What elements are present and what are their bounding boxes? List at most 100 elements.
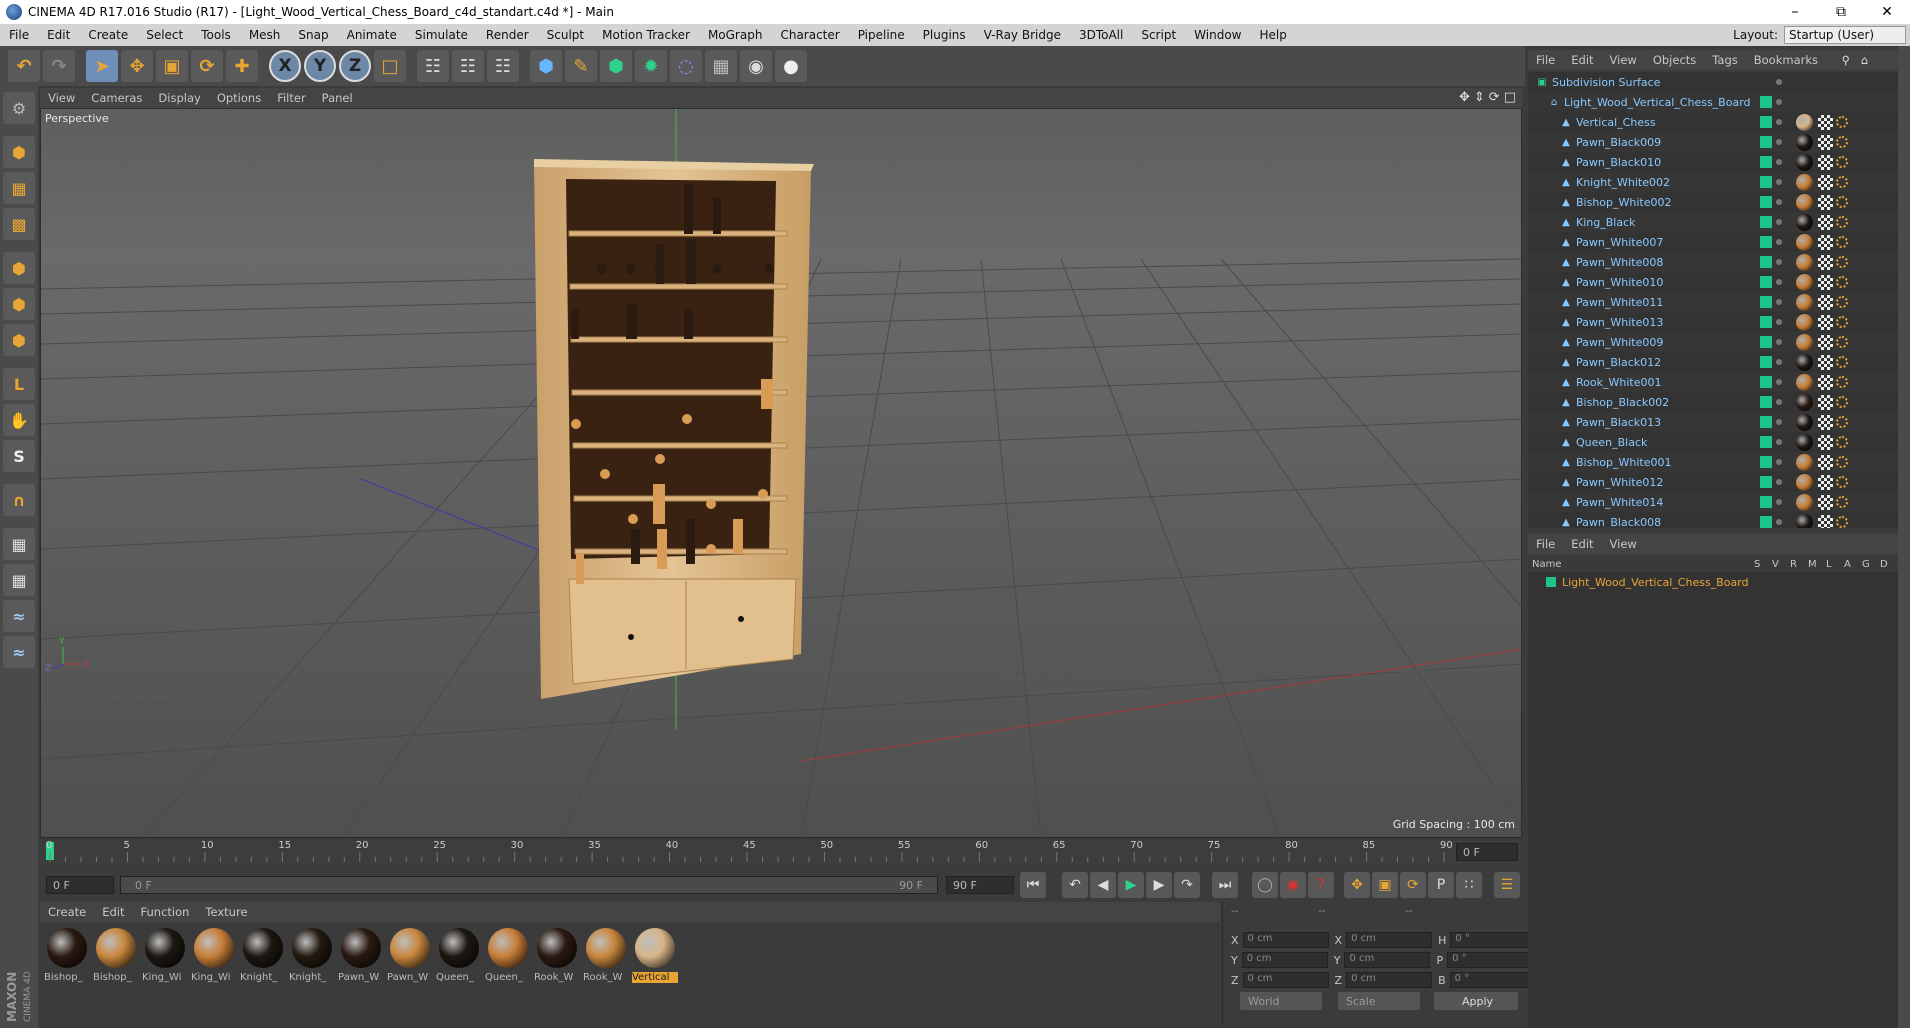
object-row[interactable]: ▲ Pawn_White014	[1528, 492, 1898, 512]
texture-tag-icon[interactable]	[1818, 234, 1833, 250]
camera-icon[interactable]: ◉	[740, 50, 772, 82]
render-picture-viewer-icon[interactable]: ☷	[452, 50, 484, 82]
menu-3dtoall[interactable]: 3DToAll	[1070, 28, 1132, 42]
visibility-dot-icon[interactable]	[1776, 119, 1782, 125]
end-frame-field[interactable]: 90 F	[946, 876, 1014, 894]
rotation-p-field[interactable]: 0 °	[1447, 952, 1534, 968]
material-tag-icon[interactable]	[1796, 213, 1813, 231]
mograph-cloner-icon[interactable]: ✹	[635, 50, 667, 82]
key-parameter-icon[interactable]: P	[1428, 872, 1454, 898]
visibility-dot-icon[interactable]	[1776, 259, 1782, 265]
undo-icon[interactable]: ↶	[8, 50, 40, 82]
material-tag-icon[interactable]	[1796, 393, 1813, 411]
object-menu-objects[interactable]: Objects	[1645, 53, 1704, 67]
viewport-maximize-icon[interactable]: □	[1504, 90, 1516, 105]
phong-tag-icon[interactable]	[1836, 336, 1848, 348]
phong-tag-icon[interactable]	[1836, 196, 1848, 208]
material-tag-icon[interactable]	[1796, 453, 1813, 471]
viewport-menu-options[interactable]: Options	[209, 91, 269, 105]
object-search-icon[interactable]: ⚲	[1842, 53, 1850, 67]
rotation-b-field[interactable]: 0 °	[1449, 972, 1536, 988]
layer-tag-icon[interactable]	[1760, 136, 1772, 148]
layer-menu-view[interactable]: View	[1602, 537, 1645, 551]
timeline-ruler[interactable]: 0 5 10 15 20 25 30 35 40 45 50 55 60 65 70 75 80 85 90 0 F	[40, 840, 1522, 864]
texture-tag-icon[interactable]	[1818, 414, 1833, 430]
layer-tag-icon[interactable]	[1760, 116, 1772, 128]
visibility-dot-icon[interactable]	[1776, 239, 1782, 245]
close-button[interactable]: ✕	[1864, 0, 1910, 24]
object-row[interactable]: ▲ Queen_Black	[1528, 432, 1898, 452]
menu-create[interactable]: Create	[79, 28, 137, 42]
material-tag-icon[interactable]	[1796, 333, 1813, 351]
viewport-menu-panel[interactable]: Panel	[314, 91, 361, 105]
visibility-dot-icon[interactable]	[1776, 219, 1782, 225]
visibility-dot-icon[interactable]	[1776, 479, 1782, 485]
restore-button[interactable]: ⧉	[1818, 0, 1864, 24]
scale-mode-select[interactable]: Scale	[1338, 992, 1420, 1010]
size-z-field[interactable]: 0 cm	[1346, 972, 1433, 988]
object-name[interactable]: Pawn_Black012	[1576, 356, 1661, 369]
scale-tool-icon[interactable]: ▣	[156, 50, 188, 82]
live-selection-icon[interactable]: ➤	[86, 50, 118, 82]
points-mode-icon[interactable]: ⬢	[3, 252, 35, 284]
material-tag-icon[interactable]	[1796, 313, 1813, 331]
object-row[interactable]: ▲ Pawn_Black008	[1528, 512, 1898, 528]
menu-animate[interactable]: Animate	[338, 28, 406, 42]
frame-range-slider[interactable]: 0 F 90 F	[120, 876, 938, 894]
menu-vray-bridge[interactable]: V-Ray Bridge	[975, 28, 1070, 42]
menu-motion-tracker[interactable]: Motion Tracker	[593, 28, 699, 42]
object-row[interactable]: ▲ Pawn_White011	[1528, 292, 1898, 312]
object-name[interactable]: Pawn_Black008	[1576, 516, 1661, 529]
polygons-mode-icon[interactable]: ⬢	[3, 324, 35, 356]
object-row[interactable]: ⌂ Light_Wood_Vertical_Chess_Board	[1528, 92, 1898, 112]
visibility-dot-icon[interactable]	[1776, 199, 1782, 205]
layer-name[interactable]: Light_Wood_Vertical_Chess_Board	[1562, 576, 1749, 589]
object-name[interactable]: Light_Wood_Vertical_Chess_Board	[1564, 96, 1751, 109]
phong-tag-icon[interactable]	[1836, 136, 1848, 148]
texture-tag-icon[interactable]	[1818, 434, 1833, 450]
menu-window[interactable]: Window	[1185, 28, 1250, 42]
visibility-dot-icon[interactable]	[1776, 459, 1782, 465]
phong-tag-icon[interactable]	[1836, 436, 1848, 448]
previous-frame-icon[interactable]: ◀	[1090, 872, 1116, 898]
material-menu-function[interactable]: Function	[133, 905, 198, 919]
menu-mesh[interactable]: Mesh	[240, 28, 290, 42]
object-name[interactable]: Knight_White002	[1576, 176, 1670, 189]
phong-tag-icon[interactable]	[1836, 396, 1848, 408]
texture-tag-icon[interactable]	[1818, 294, 1833, 310]
material-swatch[interactable]: Knight_	[289, 928, 335, 990]
previous-key-icon[interactable]: ↶	[1062, 872, 1088, 898]
layer-tag-icon[interactable]	[1760, 476, 1772, 488]
layer-tag-icon[interactable]	[1760, 316, 1772, 328]
phong-tag-icon[interactable]	[1836, 236, 1848, 248]
material-menu-edit[interactable]: Edit	[94, 905, 132, 919]
texture-tag-icon[interactable]	[1818, 514, 1833, 528]
viewport-menu-display[interactable]: Display	[150, 91, 208, 105]
visibility-dot-icon[interactable]	[1776, 519, 1782, 525]
phong-tag-icon[interactable]	[1836, 416, 1848, 428]
visibility-dot-icon[interactable]	[1776, 159, 1782, 165]
texture-tag-icon[interactable]	[1818, 214, 1833, 230]
magnet-icon[interactable]: ∩	[3, 484, 35, 516]
object-row[interactable]: ▲ Pawn_White009	[1528, 332, 1898, 352]
phong-tag-icon[interactable]	[1836, 116, 1848, 128]
layer-tag-icon[interactable]	[1760, 156, 1772, 168]
object-name[interactable]: Bishop_White002	[1576, 196, 1672, 209]
layer-tag-icon[interactable]	[1760, 96, 1772, 108]
layer-tag-icon[interactable]	[1760, 396, 1772, 408]
texture-mode-icon[interactable]: ▦	[3, 172, 35, 204]
layer-tag-icon[interactable]	[1760, 416, 1772, 428]
next-frame-icon[interactable]: ▶	[1146, 872, 1172, 898]
workplane-mode-icon[interactable]: ▩	[3, 208, 35, 240]
texture-tag-icon[interactable]	[1818, 334, 1833, 350]
object-row[interactable]: ▲ Pawn_Black010	[1528, 152, 1898, 172]
layer-tag-icon[interactable]	[1760, 436, 1772, 448]
object-row[interactable]: ▲ Pawn_Black012	[1528, 352, 1898, 372]
material-swatch[interactable]: Pawn_W	[387, 928, 433, 990]
x-axis-toggle[interactable]: X	[269, 50, 301, 82]
right-panel-tab-strip[interactable]	[1898, 46, 1910, 1028]
menu-script[interactable]: Script	[1132, 28, 1185, 42]
menu-pipeline[interactable]: Pipeline	[849, 28, 914, 42]
rotate-tool-icon[interactable]: ⟳	[191, 50, 223, 82]
goto-start-icon[interactable]: ⏮	[1020, 872, 1046, 898]
